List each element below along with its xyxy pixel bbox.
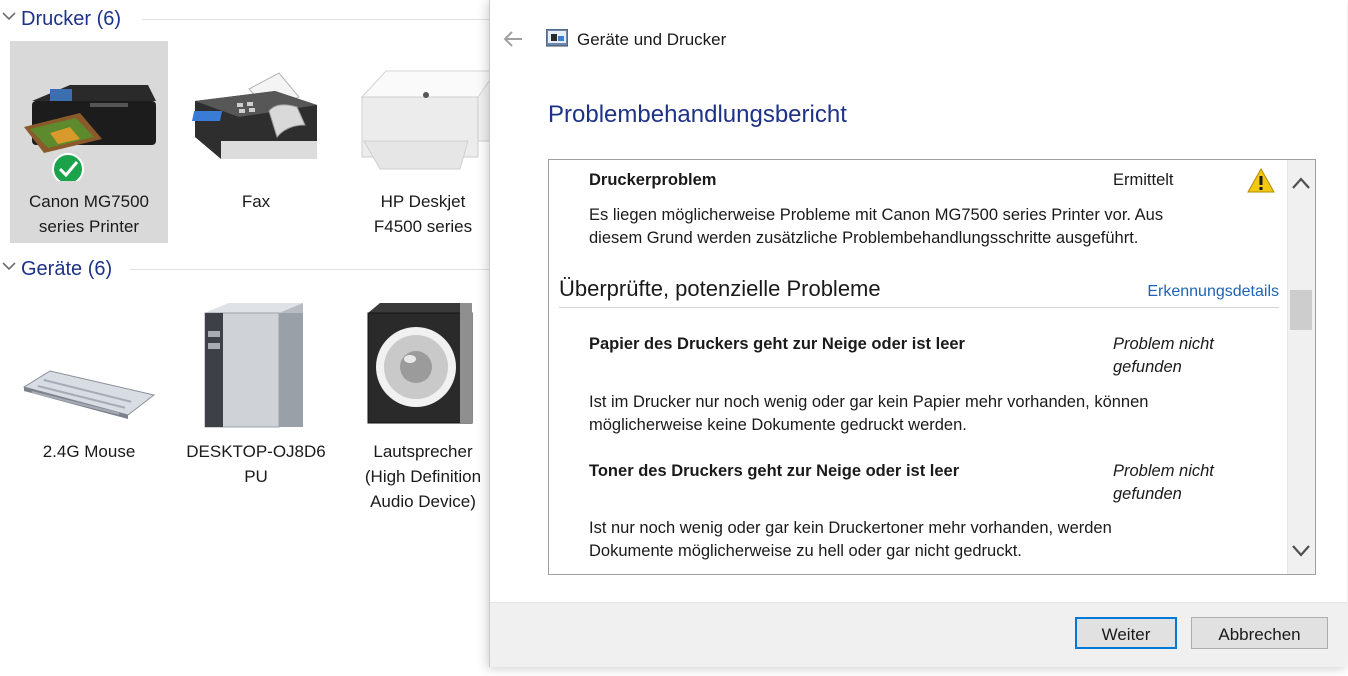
- issue-desc-line1: Ist im Drucker nur noch wenig oder gar k…: [589, 393, 1149, 411]
- device-hp-deskjet[interactable]: HP Deskjet F4500 series: [344, 41, 502, 243]
- device-mouse[interactable]: 2.4G Mouse: [10, 291, 168, 493]
- problem-desc-line2: diesem Grund werden zusätzliche Problemb…: [589, 229, 1139, 247]
- chevron-down-icon: [2, 262, 16, 271]
- device-label-line1: 2.4G Mouse: [42, 442, 136, 461]
- page-title: Problembehandlungsbericht: [548, 101, 847, 128]
- device-fax[interactable]: Fax: [177, 41, 335, 243]
- printers-group-title: Drucker (6): [21, 8, 122, 30]
- device-label-line1: Fax: [241, 192, 271, 211]
- printers-group-header[interactable]: Drucker (6): [0, 5, 490, 33]
- warning-icon: [1247, 168, 1275, 193]
- device-label-line2: PU: [244, 467, 268, 486]
- scroll-up-icon[interactable]: [1290, 168, 1312, 198]
- checked-issues-title: Überprüfte, potenzielle Probleme: [559, 276, 881, 301]
- back-arrow-icon[interactable]: [502, 28, 524, 50]
- devices-group-header[interactable]: Geräte (6): [0, 255, 490, 283]
- issue-status-line1: Problem nicht: [1113, 335, 1214, 353]
- issue-title: Toner des Druckers geht zur Neige oder i…: [589, 462, 960, 480]
- detection-details-link[interactable]: Erkennungsdetails: [1147, 283, 1279, 301]
- dialog-footer: Weiter Abbrechen: [490, 602, 1347, 667]
- issue-title: Papier des Druckers geht zur Neige oder …: [589, 335, 965, 353]
- group-divider: [130, 269, 490, 270]
- report-content: Druckerproblem Ermittelt Es liegen mögli…: [549, 160, 1287, 574]
- cancel-button[interactable]: Abbrechen: [1191, 617, 1328, 649]
- issue-desc-line1: Ist nur noch wenig oder gar kein Drucker…: [589, 519, 1112, 537]
- computer-tower-icon: [204, 303, 303, 428]
- troubleshooter-dialog: Geräte und Drucker Problembehandlungsber…: [489, 0, 1347, 667]
- issue-desc-line2: möglicherweise keine Dokumente gedruckt …: [589, 416, 967, 434]
- issue-desc-line2: Dokumente möglicherweise zu hell oder ga…: [589, 542, 1022, 560]
- device-speaker[interactable]: Lautsprecher (High Definition Audio Devi…: [344, 291, 502, 511]
- fax-icon: [191, 72, 317, 159]
- printer-icon: [24, 85, 156, 181]
- device-label-line1: DESKTOP-OJ8D6: [186, 442, 326, 461]
- report-panel[interactable]: Druckerproblem Ermittelt Es liegen mögli…: [548, 159, 1316, 575]
- issue-status-line2: gefunden: [1113, 358, 1182, 376]
- scrollbar-thumb[interactable]: [1290, 290, 1312, 330]
- app-title: Geräte und Drucker: [577, 30, 727, 49]
- issue-status-line2: gefunden: [1113, 485, 1182, 503]
- speaker-icon: [367, 303, 473, 424]
- group-divider: [142, 19, 490, 20]
- issue-status-line1: Problem nicht: [1113, 462, 1214, 480]
- device-label-line1: Lautsprecher: [373, 442, 473, 461]
- printer-icon: [360, 70, 497, 170]
- next-button[interactable]: Weiter: [1075, 617, 1177, 649]
- device-label-line2: (High Definition: [364, 467, 482, 486]
- device-label-line1: Canon MG7500: [28, 192, 150, 211]
- scroll-down-icon[interactable]: [1290, 536, 1312, 566]
- chevron-down-icon: [2, 12, 16, 21]
- keyboard-icon: [22, 370, 156, 419]
- device-label-line1: HP Deskjet: [380, 192, 466, 211]
- problem-title: Druckerproblem: [589, 171, 717, 189]
- device-label-line2: F4500 series: [373, 217, 473, 236]
- section-divider: [559, 307, 1279, 308]
- problem-desc-line1: Es liegen möglicherweise Probleme mit Ca…: [589, 206, 1164, 224]
- device-desktop-pc[interactable]: DESKTOP-OJ8D6 PU: [177, 291, 335, 493]
- device-label-line3: Audio Device): [370, 492, 476, 511]
- devices-printers-app-icon: [546, 29, 568, 47]
- device-label-line2: series Printer: [38, 217, 140, 236]
- problem-status: Ermittelt: [1113, 171, 1174, 189]
- vertical-scrollbar[interactable]: [1287, 160, 1315, 574]
- device-canon-printer[interactable]: Canon MG7500 series Printer: [10, 41, 168, 243]
- devices-group-title: Geräte (6): [21, 258, 113, 280]
